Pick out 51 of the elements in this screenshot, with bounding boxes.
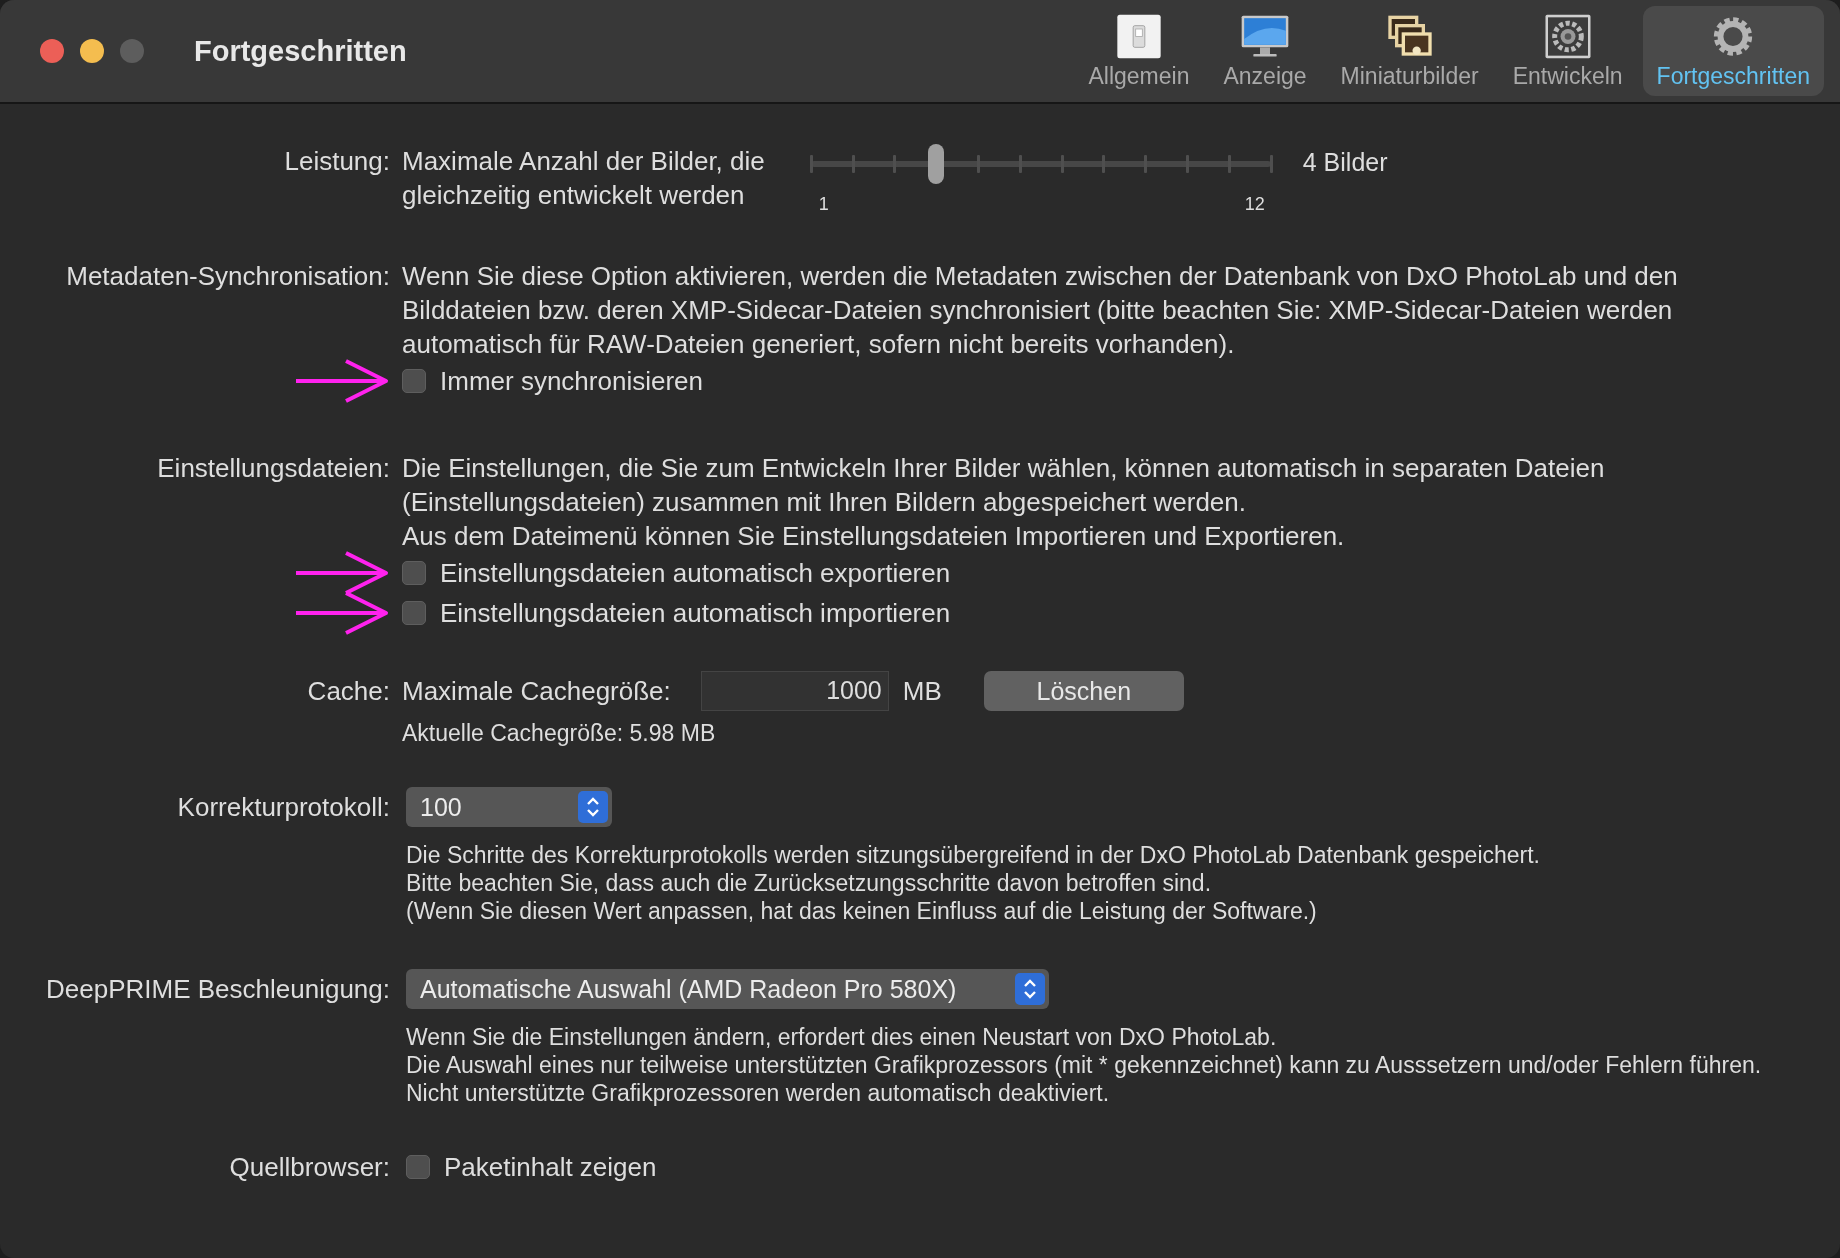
window-title: Fortgeschritten bbox=[194, 34, 408, 68]
unit-label: MB bbox=[902, 675, 942, 707]
checkbox[interactable] bbox=[406, 1155, 430, 1179]
section-label: Metadaten-Synchronisation: bbox=[65, 260, 390, 293]
checkbox[interactable] bbox=[402, 601, 426, 625]
description-text: gleichzeitig entwickelt werden bbox=[402, 179, 746, 212]
cache-size-field[interactable]: 1000 bbox=[700, 671, 889, 711]
note-text: Die Schritte des Korrekturprotokolls werden sitzungsübergreifend in der DxO PhotoLab Datenbank gespeichert. bbox=[406, 841, 1541, 869]
note-text: Nicht unterstützte Grafikprozessoren werden automatisch deaktiviert. bbox=[406, 1079, 1111, 1107]
slider-value: 4 Bilder bbox=[1302, 148, 1388, 177]
cache-size-text: Aktuelle Cachegröße: 5.98 MB bbox=[402, 719, 717, 747]
chevron-up-down-icon bbox=[1022, 978, 1038, 1000]
history-popup[interactable]: 100 bbox=[406, 787, 612, 827]
delete-button[interactable]: Löschen bbox=[983, 671, 1184, 711]
toolbar-tab[interactable]: Entwickeln bbox=[1498, 6, 1637, 96]
slider-thumb[interactable] bbox=[928, 144, 945, 184]
checkbox[interactable] bbox=[402, 561, 426, 585]
section-label: Korrekturprotokoll: bbox=[176, 791, 390, 824]
deepprime-popup[interactable]: Automatische Auswahl (AMD Radeon Pro 580X) bbox=[406, 969, 1049, 1009]
section-label: Leistung: bbox=[283, 145, 390, 178]
description-text: automatisch für RAW-Dateien generiert, sofern nicht bereits vorhanden). bbox=[402, 328, 1236, 361]
field-label: Maximale Cachegröße: bbox=[402, 675, 671, 707]
description-text: Wenn Sie diese Option aktivieren, werden die Metadaten zwischen der Datenbank von DxO PhotoLab und den bbox=[402, 260, 1679, 293]
toolbar-tab[interactable]: Fortgeschritten bbox=[1642, 6, 1824, 96]
close-button[interactable] bbox=[40, 39, 64, 63]
section-label: Cache: bbox=[306, 675, 390, 708]
note-text: (Wenn Sie diesen Wert anpassen, hat das keinen Einfluss auf die Leistung der Software.) bbox=[406, 897, 1318, 925]
section-label: DeepPRIME Beschleunigung: bbox=[45, 973, 390, 1006]
note-text: Wenn Sie die Einstellungen ändern, erfordert dies einen Neustart von DxO PhotoLab. bbox=[406, 1023, 1278, 1051]
checkbox-label: Einstellungsdateien automatisch importieren bbox=[440, 597, 951, 629]
note-text: Bitte beachten Sie, dass auch die Zurücksetzungsschritte davon betroffen sind. bbox=[406, 869, 1213, 897]
description-text: Bilddateien bzw. deren XMP-Sidecar-Dateien synchronisiert (bitte beachten Sie: XMP-Sidecar-Dateien werden bbox=[402, 294, 1674, 327]
checkbox[interactable] bbox=[402, 369, 426, 393]
chevron-up-down-icon bbox=[585, 796, 601, 818]
tick-label: 1 bbox=[818, 194, 829, 215]
note-text: Die Auswahl eines nur teilweise unterstützten Grafikprozessors (mit * gekennzeichnet) kann zu Ausssetzern und/oder Fehlern führen. bbox=[406, 1051, 1763, 1079]
section-label: Einstellungsdateien: bbox=[156, 452, 390, 485]
section-label: Quellbrowser: bbox=[228, 1151, 390, 1184]
checkbox-label: Immer synchronisieren bbox=[440, 365, 703, 397]
description-text: Maximale Anzahl der Bilder, die bbox=[402, 145, 765, 178]
tick-label: 12 bbox=[1244, 194, 1265, 215]
description-text: (Einstellungsdateien) zusammen mit Ihren Bildern abgespeichert werden. bbox=[402, 486, 1247, 519]
minimize-button[interactable] bbox=[80, 39, 104, 63]
description-text: Die Einstellungen, die Sie zum Entwickeln Ihrer Bilder wählen, können automatisch in separaten Dateien bbox=[402, 452, 1606, 485]
toolbar-tab[interactable]: Miniaturbilder bbox=[1326, 6, 1493, 96]
checkbox-label: Paketinhalt zeigen bbox=[444, 1151, 657, 1183]
toolbar-tab[interactable]: Allgemein bbox=[1074, 6, 1204, 96]
checkbox-label: Einstellungsdateien automatisch exportieren bbox=[440, 557, 951, 589]
toolbar-tab[interactable]: Anzeige bbox=[1209, 6, 1321, 96]
zoom-button[interactable] bbox=[120, 39, 144, 63]
description-text: Aus dem Dateimenü können Sie Einstellungsdateien Importieren und Exportieren. bbox=[402, 520, 1346, 553]
